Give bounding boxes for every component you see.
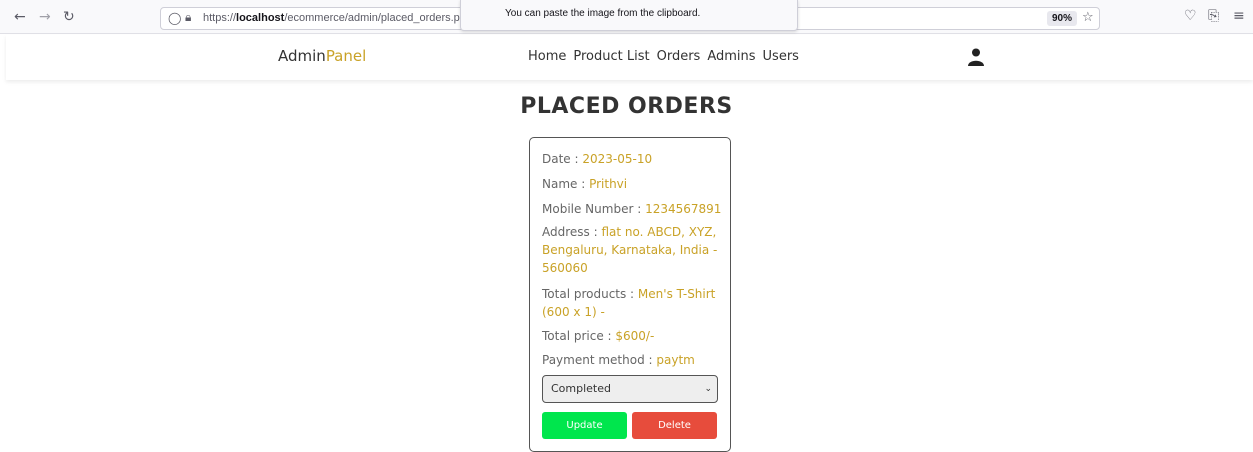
app-header: AdminPanel Home Product List Orders Admi… (6, 35, 1253, 80)
logo[interactable]: AdminPanel (278, 47, 366, 65)
menu-icon[interactable]: ≡ (1233, 8, 1245, 24)
update-button[interactable]: Update (542, 412, 627, 439)
order-date: Date : 2023-05-10 (542, 152, 653, 166)
order-name: Name : Prithvi (542, 177, 628, 191)
reload-icon[interactable]: ↻ (63, 9, 75, 25)
forward-icon[interactable]: → (39, 9, 51, 25)
user-icon[interactable] (968, 48, 984, 66)
order-mobile: Mobile Number : 1234567891 (542, 202, 722, 216)
shield-icon[interactable]: ◯ (168, 11, 181, 25)
nav-orders[interactable]: Orders (657, 49, 701, 64)
toast-message: You can paste the image from the clipboa… (505, 8, 701, 19)
url-text[interactable]: https://localhost/ecommerce/admin/placed… (203, 12, 466, 24)
order-card: Date : 2023-05-10 Name : Prithvi Mobile … (529, 137, 731, 452)
nav-home[interactable]: Home (528, 49, 566, 64)
page-title: PLACED ORDERS (520, 94, 733, 119)
delete-button[interactable]: Delete (632, 412, 717, 439)
order-price: Total price : $600/- (542, 329, 655, 343)
main-nav: Home Product List Orders Admins Users (528, 49, 806, 64)
chevron-down-icon: ⌄ (704, 384, 712, 394)
pocket-icon[interactable]: ♡ (1184, 8, 1197, 24)
zoom-level-badge[interactable]: 90% (1047, 11, 1078, 26)
back-icon[interactable]: ← (14, 9, 26, 25)
order-address: Address : flat no. ABCD, XYZ, Bengaluru,… (542, 225, 718, 275)
bookmark-star-icon[interactable]: ☆ (1082, 10, 1094, 25)
status-select[interactable]: Completed ⌄ (542, 375, 718, 403)
clipboard-toast: You can paste the image from the clipboa… (460, 0, 798, 31)
order-payment: Payment method : paytm (542, 353, 695, 367)
nav-product-list[interactable]: Product List (573, 49, 649, 64)
extensions-icon[interactable]: ⎘ (1208, 8, 1219, 24)
nav-users[interactable]: Users (763, 49, 799, 64)
status-selected-value: Completed (551, 382, 611, 395)
lock-icon[interactable]: 🔒︎ (185, 10, 191, 25)
nav-admins[interactable]: Admins (707, 49, 755, 64)
order-products: Total products : Men's T-Shirt (600 x 1)… (542, 287, 716, 319)
